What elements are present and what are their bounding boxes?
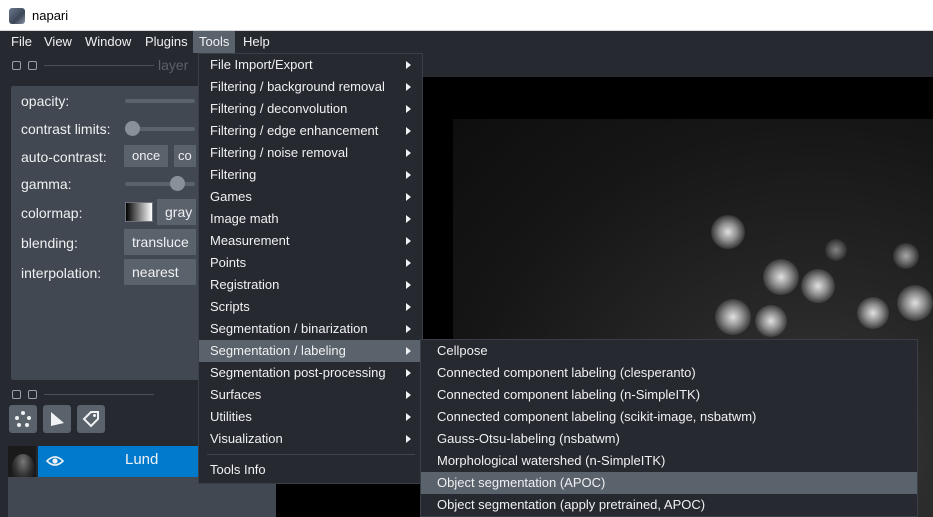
tools-menu-item-filtering-edge-enhancement[interactable]: Filtering / edge enhancement	[199, 120, 422, 142]
dock-close-icon[interactable]	[12, 390, 21, 399]
submenu-item-ccl-simpleitk[interactable]: Connected component labeling (n-SimpleIT…	[421, 384, 917, 406]
segmentation-labeling-submenu: Cellpose Connected component labeling (c…	[420, 339, 918, 517]
layer-name[interactable]: Lund	[125, 451, 158, 468]
submenu-item-object-segmentation-apoc[interactable]: Object segmentation (APOC)	[421, 472, 917, 494]
contrast-limits-handle[interactable]	[125, 121, 140, 136]
tools-menu-item-filtering-background-removal[interactable]: Filtering / background removal	[199, 76, 422, 98]
tools-menu-item-games[interactable]: Games	[199, 186, 422, 208]
contrast-limits-label: contrast limits:	[21, 121, 111, 137]
tools-menu-item-tools-info[interactable]: Tools Info	[199, 459, 422, 481]
submenu-arrow-icon	[406, 237, 411, 245]
auto-contrast-continuous-button[interactable]: co	[174, 145, 196, 167]
dock-close-icon[interactable]	[12, 61, 21, 70]
tools-menu-item-segmentation-labeling[interactable]: Segmentation / labeling	[199, 340, 422, 362]
tools-menu-item-image-math[interactable]: Image math	[199, 208, 422, 230]
layer-thumbnail	[8, 446, 38, 477]
submenu-arrow-icon	[406, 149, 411, 157]
interpolation-label: interpolation:	[21, 265, 102, 281]
submenu-item-morphological-watershed[interactable]: Morphological watershed (n-SimpleITK)	[421, 450, 917, 472]
tools-menu-item-filtering-noise-removal[interactable]: Filtering / noise removal	[199, 142, 422, 164]
submenu-item-ccl-clesperanto[interactable]: Connected component labeling (clesperant…	[421, 362, 917, 384]
tools-menu-item-surfaces[interactable]: Surfaces	[199, 384, 422, 406]
submenu-item-object-segmentation-pretrained-apoc[interactable]: Object segmentation (apply pretrained, A…	[421, 494, 917, 516]
submenu-item-cellpose[interactable]: Cellpose	[421, 340, 917, 362]
tools-menu-item-visualization[interactable]: Visualization	[199, 428, 422, 450]
blending-combo[interactable]: transluce	[124, 229, 196, 255]
menu-window[interactable]: Window	[79, 31, 137, 53]
dock-float-icon[interactable]	[28, 390, 37, 399]
tools-menu-item-segmentation-post-processing[interactable]: Segmentation post-processing	[199, 362, 422, 384]
submenu-arrow-icon	[406, 303, 411, 311]
menu-tools[interactable]: Tools	[193, 31, 236, 53]
opacity-label: opacity:	[21, 93, 70, 109]
gamma-handle[interactable]	[170, 176, 185, 191]
points-icon	[15, 411, 31, 427]
window-title: napari	[32, 8, 69, 23]
colormap-combo[interactable]: gray	[157, 199, 196, 225]
submenu-arrow-icon	[406, 391, 411, 399]
menu-file[interactable]: File	[5, 31, 38, 53]
submenu-arrow-icon	[406, 193, 411, 201]
interpolation-combo[interactable]: nearest	[124, 259, 196, 285]
menu-plugins[interactable]: Plugins	[139, 31, 194, 53]
dock-handle-line	[44, 65, 154, 66]
tools-menu-item-segmentation-binarization[interactable]: Segmentation / binarization	[199, 318, 422, 340]
auto-contrast-label: auto-contrast:	[21, 149, 107, 165]
opacity-slider[interactable]	[125, 99, 195, 103]
blending-label: blending:	[21, 235, 78, 251]
colormap-label: colormap:	[21, 205, 83, 221]
new-points-layer-button[interactable]	[9, 405, 37, 433]
tools-menu-item-measurement[interactable]: Measurement	[199, 230, 422, 252]
menu-separator	[207, 454, 415, 455]
tools-menu-item-points[interactable]: Points	[199, 252, 422, 274]
submenu-item-gauss-otsu-labeling[interactable]: Gauss-Otsu-labeling (nsbatwm)	[421, 428, 917, 450]
submenu-arrow-icon	[406, 369, 411, 377]
eye-visibility-icon[interactable]	[46, 452, 64, 470]
submenu-arrow-icon	[406, 413, 411, 421]
label-tag-icon	[82, 411, 99, 428]
tools-menu-item-utilities[interactable]: Utilities	[199, 406, 422, 428]
auto-contrast-once-button[interactable]: once	[124, 145, 169, 167]
tools-menu-item-filtering-deconvolution[interactable]: Filtering / deconvolution	[199, 98, 422, 120]
submenu-arrow-icon	[406, 83, 411, 91]
tools-menu-item-registration[interactable]: Registration	[199, 274, 422, 296]
submenu-arrow-icon	[406, 347, 411, 355]
submenu-arrow-icon	[406, 61, 411, 69]
tools-menu-item-file-import-export[interactable]: File Import/Export	[199, 54, 422, 76]
tools-menu-item-scripts[interactable]: Scripts	[199, 296, 422, 318]
colormap-swatch	[125, 202, 153, 222]
title-bar: napari	[0, 0, 933, 31]
menu-help[interactable]: Help	[237, 31, 276, 53]
new-labels-layer-button[interactable]	[77, 405, 105, 433]
napari-app-icon	[9, 8, 25, 24]
submenu-arrow-icon	[406, 215, 411, 223]
tools-menu: File Import/Export Filtering / backgroun…	[198, 53, 423, 484]
submenu-arrow-icon	[406, 105, 411, 113]
tools-menu-item-filtering[interactable]: Filtering	[199, 164, 422, 186]
submenu-arrow-icon	[406, 171, 411, 179]
layer-buttons	[9, 405, 129, 439]
gamma-label: gamma:	[21, 176, 72, 192]
dock-handle-line	[44, 394, 154, 395]
submenu-arrow-icon	[406, 325, 411, 333]
submenu-item-ccl-scikit-image[interactable]: Connected component labeling (scikit-ima…	[421, 406, 917, 428]
menu-view[interactable]: View	[38, 31, 78, 53]
submenu-arrow-icon	[406, 127, 411, 135]
new-shapes-layer-button[interactable]	[43, 405, 71, 433]
dock-title: layer	[158, 57, 189, 73]
shapes-icon	[51, 412, 64, 426]
submenu-arrow-icon	[406, 435, 411, 443]
submenu-arrow-icon	[406, 281, 411, 289]
dock-float-icon[interactable]	[28, 61, 37, 70]
submenu-arrow-icon	[406, 259, 411, 267]
menu-bar: File View Window Plugins Tools Help	[0, 31, 933, 53]
